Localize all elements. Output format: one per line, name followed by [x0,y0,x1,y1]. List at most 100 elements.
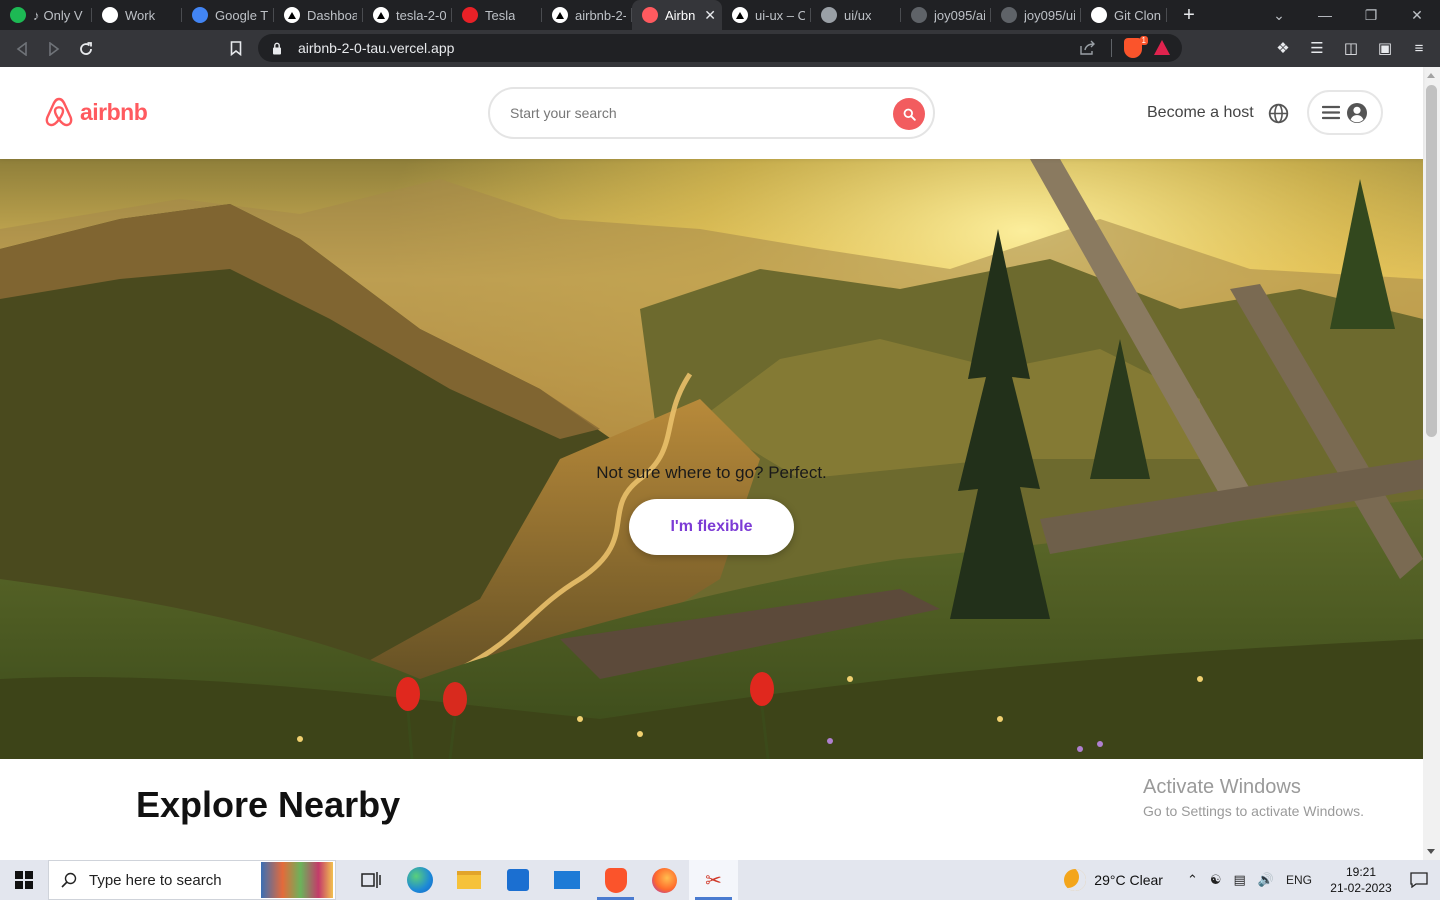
airbnb-logo[interactable]: airbnb [44,96,148,128]
browser-tab[interactable]: Dashboard [274,0,363,30]
mail-app[interactable] [542,860,591,900]
search-bar[interactable] [488,87,935,139]
globe-icon[interactable] [1268,103,1289,129]
tab-search-icon[interactable]: ⌄ [1256,7,1302,24]
wallet-icon[interactable]: ▣ [1368,32,1402,64]
close-window-button[interactable]: ✕ [1394,7,1440,24]
site-header: airbnb Become a host [0,67,1423,159]
browser-tab[interactable]: Google Tr [182,0,274,30]
window-controls: ⌄ — ❐ ✕ [1256,0,1440,30]
browser-menu-icon[interactable]: ≡ [1402,32,1436,64]
browser-tab[interactable]: Work [92,0,182,30]
tab-audio-icon[interactable]: ♪ [33,8,40,23]
taskbar-search-text[interactable]: Type here to search [89,872,222,889]
edge-icon [406,867,433,893]
mail-icon [553,871,580,889]
tab-close-icon[interactable]: ✕ [704,7,716,24]
restore-button[interactable]: ❐ [1348,7,1394,24]
google-translate-icon [192,7,208,23]
show-hidden-icons-icon[interactable]: ⌃ [1187,872,1198,888]
airbnb-logo-icon [45,97,73,127]
language-indicator[interactable]: ENG [1286,873,1312,887]
browser-tab[interactable]: ui-ux – Ov [722,0,811,30]
scroll-thumb[interactable] [1426,85,1437,437]
tab-title: Google Tr [215,7,268,23]
url-text[interactable]: airbnb-2-0-tau.vercel.app [298,40,454,56]
forward-button[interactable] [38,33,70,65]
browser-tab[interactable]: Tesla [452,0,542,30]
browser-tab[interactable]: ui/ux [811,0,901,30]
browser-tab[interactable]: tesla-2-0 [363,0,452,30]
extensions-icon[interactable]: ❖ [1266,32,1300,64]
search-input[interactable] [510,105,870,121]
taskbar-search-box[interactable]: Type here to search [48,860,336,900]
lock-icon[interactable] [270,42,284,55]
notification-center-icon[interactable] [1398,872,1440,888]
toolbar-actions: ❖ ☰ ◫ ▣ ≡ [1266,32,1436,64]
scroll-up-arrow[interactable] [1427,73,1435,78]
become-host-link[interactable]: Become a host [1147,104,1254,122]
browser-tab[interactable]: joy095/air [901,0,991,30]
brave-rewards-icon[interactable] [1154,40,1170,55]
share-icon[interactable] [1080,40,1096,60]
omnibox-separator [1111,39,1112,57]
weather-widget[interactable]: 29°C Clear [1064,869,1163,891]
sidebar-icon[interactable]: ◫ [1334,32,1368,64]
search-button[interactable] [893,98,925,130]
scroll-down-arrow[interactable] [1427,849,1435,854]
taskbar-apps: ✂ [346,860,738,900]
tab-title: Airbnb [665,7,696,23]
browser-tab[interactable]: airbnb-2-0 [542,0,632,30]
hero-banner: Not sure where to go? Perfect. I'm flexi… [0,159,1423,759]
weather-text: 29°C Clear [1094,872,1163,888]
terminal-icon [821,7,837,23]
store-app[interactable] [493,860,542,900]
git-clone-icon [1091,7,1107,23]
im-flexible-button[interactable]: I'm flexible [629,499,794,555]
bookmark-icon [230,41,242,56]
task-view-button[interactable] [346,860,395,900]
meet-now-icon[interactable]: ☯ [1210,872,1222,888]
store-icon [506,869,529,891]
taskbar-search-icon [61,872,77,888]
volume-icon[interactable]: 🔊 [1258,872,1274,888]
snipping-tool-app[interactable]: ✂ [689,860,738,900]
user-avatar-icon [1347,102,1367,123]
media-controls-icon[interactable]: ☰ [1300,32,1334,64]
new-tab-button[interactable]: + [1177,4,1201,27]
file-explorer-app[interactable] [444,860,493,900]
firefox-app[interactable] [640,860,689,900]
vercel-icon [732,7,748,23]
page-scrollbar[interactable] [1423,67,1440,860]
browser-tab[interactable]: Airbnb ✕ [632,0,722,30]
page-viewport: airbnb Become a host [0,67,1440,860]
tab-title: Dashboard [307,7,357,23]
browser-tab[interactable]: Git Clone [1081,0,1167,30]
network-icon[interactable]: ▤ [1234,872,1246,888]
start-button[interactable] [0,860,48,900]
back-arrow-icon [16,41,27,56]
tab-title: Tesla [485,7,516,23]
reload-button[interactable] [70,33,102,65]
edge-app[interactable] [395,860,444,900]
address-bar[interactable]: airbnb-2-0-tau.vercel.app 1 [258,34,1182,62]
airbnb-icon [642,7,658,23]
brave-app[interactable] [591,860,640,900]
tab-title: Git Clone [1114,7,1161,23]
minimize-button[interactable]: — [1302,7,1348,23]
back-button[interactable] [6,33,38,65]
activate-windows-title: Activate Windows [1143,776,1301,798]
windows-logo-icon [15,871,33,889]
github-icon [911,7,927,23]
search-highlight-image[interactable] [261,862,333,898]
brave-icon [604,867,627,893]
browser-tab[interactable]: joy095/ui [991,0,1081,30]
hamburger-menu-icon [1322,105,1340,120]
vercel-icon [284,7,300,23]
clock[interactable]: 19:21 21-02-2023 [1324,864,1398,896]
profile-menu-button[interactable] [1307,90,1383,135]
spotify-icon [10,7,26,23]
browser-tab[interactable]: ♪ Only V [0,0,92,30]
vercel-icon [552,7,568,23]
bookmark-button[interactable] [220,33,252,65]
